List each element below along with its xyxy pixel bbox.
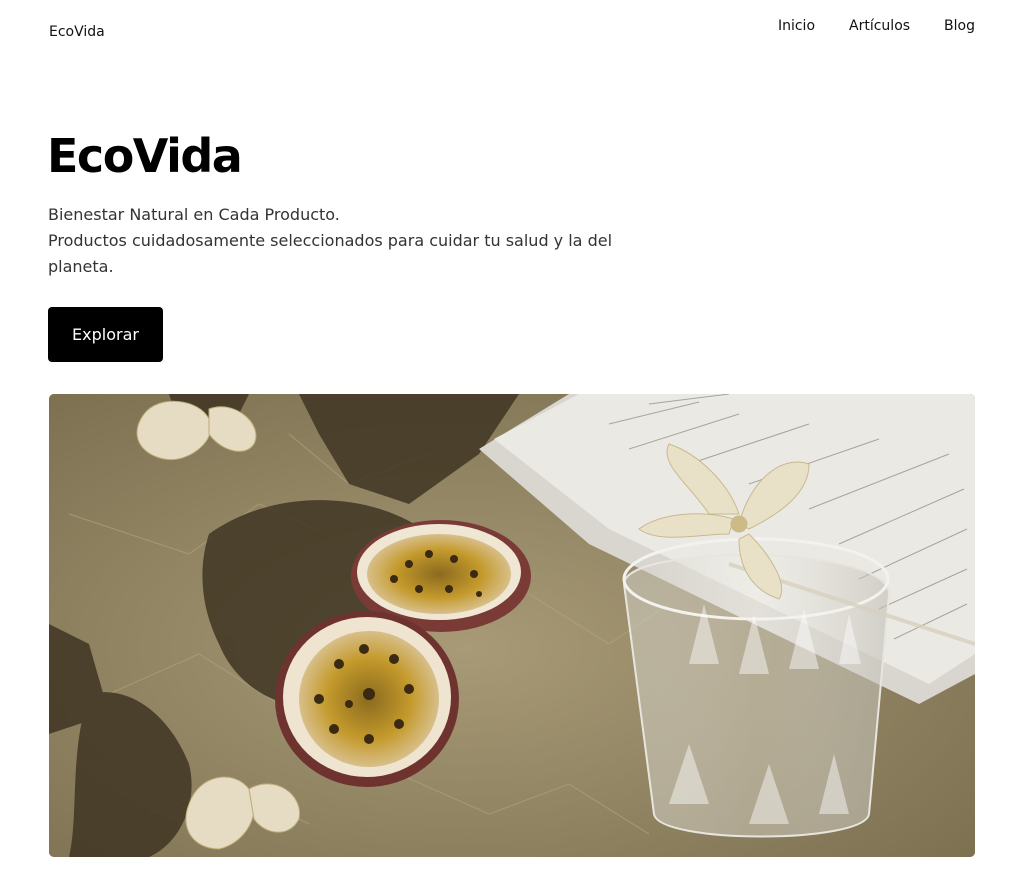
hero-tagline: Bienestar Natural en Cada Producto. — [48, 205, 340, 224]
nav-item-blog[interactable]: Blog — [944, 16, 975, 36]
nav-item-articulos[interactable]: Artículos — [849, 16, 910, 36]
passion-fruit-front — [275, 611, 459, 787]
hero-image — [49, 394, 975, 857]
brand-logo[interactable]: EcoVida — [49, 24, 105, 40]
nav-item-inicio[interactable]: Inicio — [778, 16, 815, 36]
hero-title: EcoVida — [47, 129, 243, 183]
explore-button[interactable]: Explorar — [48, 307, 163, 362]
page: EcoVida Inicio Artículos Blog EcoVida Bi… — [0, 0, 1025, 881]
hero-description-line-1: Productos cuidadosamente seleccionados p… — [48, 231, 613, 250]
still-life-illustration — [49, 394, 975, 857]
hero-description-line-2: planeta. — [48, 257, 114, 276]
site-header: EcoVida Inicio Artículos Blog — [0, 0, 1025, 60]
hero-description: Bienestar Natural en Cada Producto. Prod… — [48, 202, 648, 280]
main-nav: Inicio Artículos Blog — [778, 16, 975, 36]
